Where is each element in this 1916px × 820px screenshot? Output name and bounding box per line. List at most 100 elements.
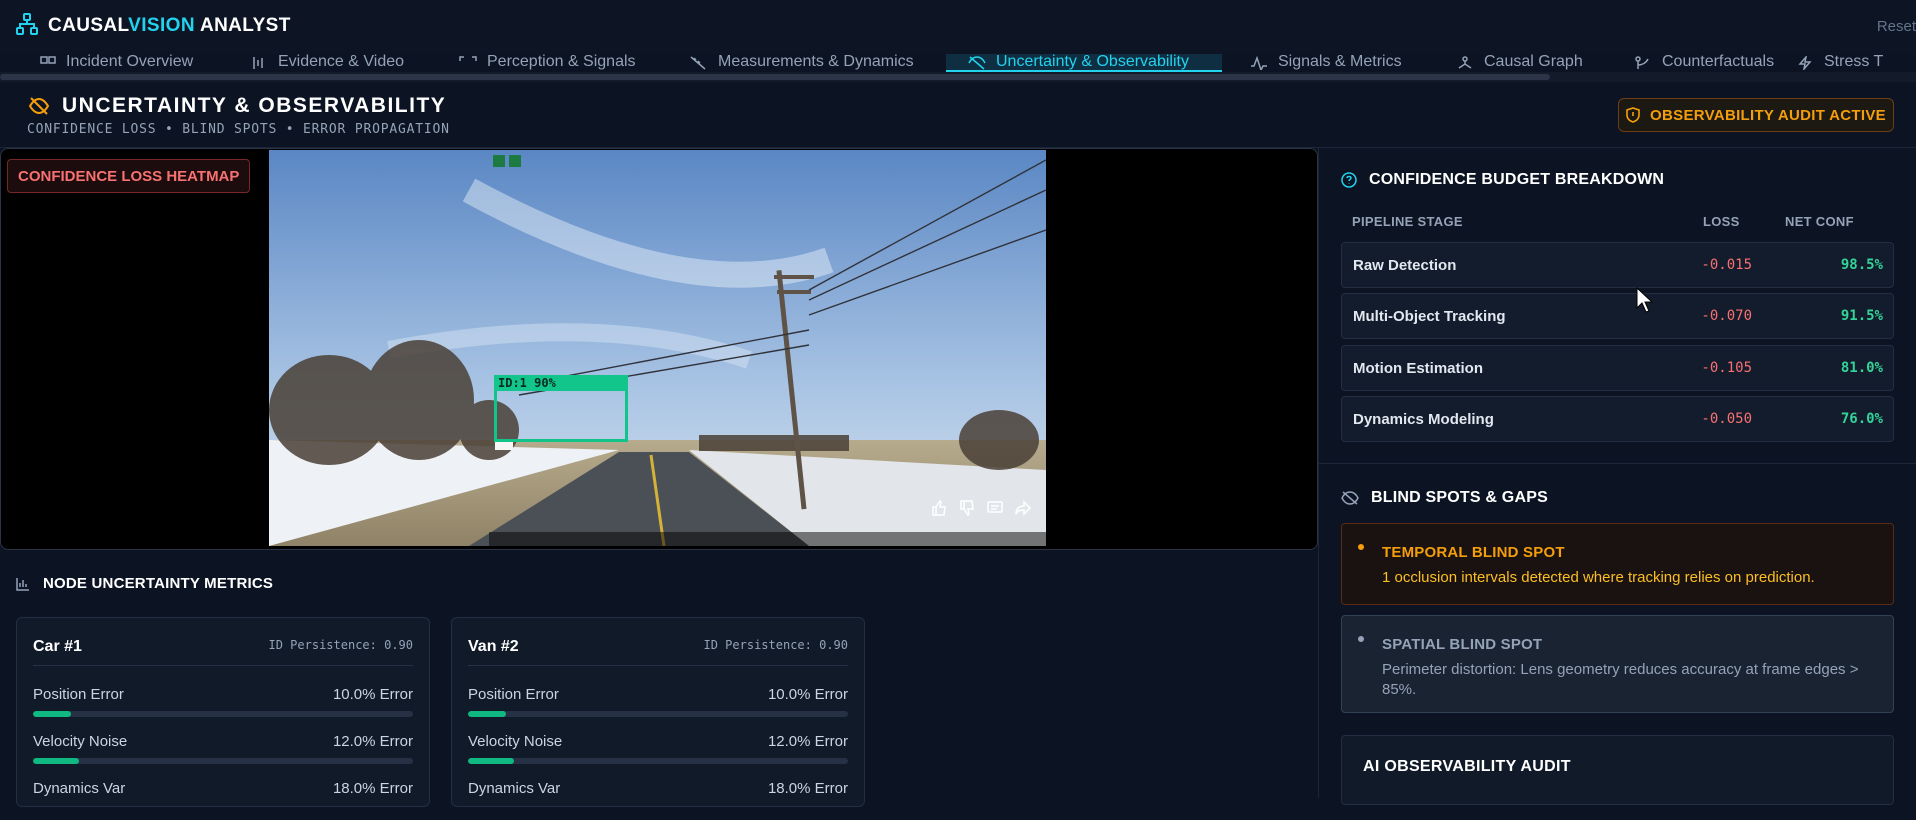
help-circle-icon bbox=[1341, 172, 1357, 188]
node-card-car-1[interactable]: Car #1 ID Persistence: 0.90 Position Err… bbox=[16, 617, 430, 807]
brand[interactable]: CAUSALVISION ANALYST bbox=[16, 12, 291, 38]
metric-velocity-noise: Velocity Noise 12.0% Error bbox=[468, 733, 848, 773]
audit-badge-label: OBSERVABILITY AUDIT ACTIVE bbox=[1650, 106, 1886, 124]
tab-uncertainty-observability[interactable]: Uncertainty & Observability bbox=[946, 54, 1222, 72]
tab-label: Uncertainty & Observability bbox=[996, 54, 1189, 70]
temporal-blind-spot-card[interactable]: TEMPORAL BLIND SPOT 1 occlusion interval… bbox=[1341, 523, 1894, 605]
page-title-text: UNCERTAINTY & OBSERVABILITY bbox=[62, 94, 447, 117]
stage-loss: -0.105 bbox=[1701, 360, 1752, 376]
metric-value: 12.0% Error bbox=[332, 733, 413, 750]
video-panel[interactable]: CONFIDENCE LOSS HEATMAP ID:1 90% bbox=[0, 148, 1318, 550]
tab-bar: Incident Overview Evidence & Video Perce… bbox=[0, 54, 1916, 72]
metric-value: 10.0% Error bbox=[767, 686, 848, 703]
top-bar: CAUSALVISION ANALYST Reset bbox=[0, 0, 1916, 54]
layout-icon bbox=[40, 56, 56, 64]
scrollbar-thumb[interactable] bbox=[0, 74, 1550, 80]
tab-label: Incident Overview bbox=[66, 54, 194, 70]
brand-part-vision: VISION bbox=[128, 15, 195, 36]
metric-fill bbox=[33, 758, 79, 764]
node-name: Car #1 bbox=[33, 638, 82, 655]
blind-spots-title: BLIND SPOTS & GAPS bbox=[1341, 489, 1548, 507]
metric-label: Dynamics Var bbox=[468, 780, 561, 797]
thumbs-down-icon[interactable] bbox=[959, 500, 975, 516]
node-name: Van #2 bbox=[468, 638, 519, 655]
detection-label: ID:1 90% bbox=[494, 375, 628, 391]
tab-signals-metrics[interactable]: Signals & Metrics bbox=[1250, 54, 1402, 72]
video-frame[interactable]: ID:1 90% bbox=[269, 150, 1046, 546]
budget-row[interactable]: Raw Detection -0.015 98.5% bbox=[1341, 242, 1894, 288]
card-divider bbox=[468, 665, 848, 666]
metric-label: Velocity Noise bbox=[468, 733, 563, 750]
reset-button[interactable]: Reset bbox=[1877, 18, 1916, 35]
metric-fill bbox=[468, 758, 514, 764]
spatial-blind-spot-card[interactable]: SPATIAL BLIND SPOT Perimeter distortion:… bbox=[1341, 615, 1894, 713]
zap-icon bbox=[1798, 56, 1812, 70]
stage-net-conf: 98.5% bbox=[1840, 257, 1883, 273]
tab-incident-overview[interactable]: Incident Overview bbox=[40, 54, 193, 72]
stage-loss: -0.050 bbox=[1701, 411, 1752, 427]
metric-label: Velocity Noise bbox=[33, 733, 128, 750]
ai-audit-title: AI OBSERVABILITY AUDIT bbox=[1363, 758, 1571, 775]
stage-name: Multi-Object Tracking bbox=[1353, 308, 1506, 325]
budget-title: CONFIDENCE BUDGET BREAKDOWN bbox=[1341, 171, 1664, 189]
video-controls bbox=[931, 500, 1031, 516]
blind-spot-desc: 1 occlusion intervals detected where tra… bbox=[1382, 569, 1815, 586]
column-header-net: NET CONF bbox=[1785, 214, 1854, 229]
tab-label: Perception & Signals bbox=[487, 54, 636, 70]
node-title-text: NODE UNCERTAINTY METRICS bbox=[43, 575, 274, 592]
tab-counterfactuals[interactable]: Counterfactuals bbox=[1634, 54, 1774, 72]
id-persistence: ID Persistence: 0.90 bbox=[703, 638, 849, 652]
status-dot bbox=[1358, 636, 1364, 642]
metric-dynamics-var: Dynamics Var 18.0% Error bbox=[468, 780, 848, 820]
metric-dynamics-var: Dynamics Var 18.0% Error bbox=[33, 780, 413, 820]
stage-name: Raw Detection bbox=[1353, 257, 1457, 274]
page-title: UNCERTAINTY & OBSERVABILITY bbox=[28, 94, 446, 118]
metric-track bbox=[33, 758, 413, 764]
blind-spot-title: TEMPORAL BLIND SPOT bbox=[1382, 544, 1565, 561]
stage-net-conf: 91.5% bbox=[1840, 308, 1883, 324]
metric-fill bbox=[468, 711, 506, 717]
stage-net-conf: 76.0% bbox=[1840, 411, 1883, 427]
tab-measurements-dynamics[interactable]: Measurements & Dynamics bbox=[690, 54, 914, 72]
metric-label: Position Error bbox=[468, 686, 559, 703]
tab-label: Counterfactuals bbox=[1662, 54, 1775, 70]
metric-label: Dynamics Var bbox=[33, 780, 126, 797]
network-icon bbox=[1458, 56, 1472, 69]
tab-perception-signals[interactable]: Perception & Signals bbox=[459, 54, 636, 72]
tab-evidence-video[interactable]: Evidence & Video bbox=[252, 54, 404, 72]
tab-label: Measurements & Dynamics bbox=[718, 54, 914, 70]
tab-label: Stress T bbox=[1824, 54, 1884, 70]
budget-row[interactable]: Multi-Object Tracking -0.070 91.5% bbox=[1341, 293, 1894, 339]
node-card-van-2[interactable]: Van #2 ID Persistence: 0.90 Position Err… bbox=[451, 617, 865, 807]
heatmap-toggle[interactable]: CONFIDENCE LOSS HEATMAP bbox=[7, 159, 251, 193]
stage-name: Motion Estimation bbox=[1353, 360, 1483, 377]
metric-label: Position Error bbox=[33, 686, 124, 703]
tab-causal-graph[interactable]: Causal Graph bbox=[1456, 54, 1583, 72]
video-icon bbox=[253, 57, 263, 69]
stage-net-conf: 81.0% bbox=[1840, 360, 1883, 376]
road-scene-image bbox=[269, 150, 1046, 546]
budget-title-text: CONFIDENCE BUDGET BREAKDOWN bbox=[1369, 171, 1665, 188]
metric-velocity-noise: Velocity Noise 12.0% Error bbox=[33, 733, 413, 773]
column-header-stage: PIPELINE STAGE bbox=[1352, 214, 1463, 229]
budget-row[interactable]: Dynamics Modeling -0.050 76.0% bbox=[1341, 396, 1894, 442]
tab-scrollbar[interactable] bbox=[0, 72, 1916, 82]
id-persistence: ID Persistence: 0.90 bbox=[268, 638, 414, 652]
audit-status-badge: OBSERVABILITY AUDIT ACTIVE bbox=[1618, 98, 1894, 132]
ai-audit-card[interactable]: AI OBSERVABILITY AUDIT bbox=[1341, 735, 1894, 805]
tab-label: Causal Graph bbox=[1484, 54, 1583, 70]
blind-spots-title-text: BLIND SPOTS & GAPS bbox=[1371, 489, 1548, 506]
share-icon[interactable] bbox=[1015, 500, 1031, 516]
metric-value: 10.0% Error bbox=[332, 686, 413, 703]
detection-box[interactable]: ID:1 90% bbox=[494, 375, 628, 442]
thumbs-up-icon[interactable] bbox=[931, 500, 947, 516]
tab-stress-test[interactable]: Stress T bbox=[1796, 54, 1883, 72]
status-dot bbox=[1358, 544, 1364, 550]
metric-value: 12.0% Error bbox=[767, 733, 848, 750]
metric-position-error: Position Error 10.0% Error bbox=[468, 686, 848, 726]
eye-off-icon bbox=[1341, 491, 1359, 505]
metric-position-error: Position Error 10.0% Error bbox=[33, 686, 413, 726]
budget-row[interactable]: Motion Estimation -0.105 81.0% bbox=[1341, 345, 1894, 391]
blind-spot-desc: Perimeter distortion: Lens geometry redu… bbox=[1382, 661, 1859, 698]
comment-icon[interactable] bbox=[987, 500, 1003, 516]
